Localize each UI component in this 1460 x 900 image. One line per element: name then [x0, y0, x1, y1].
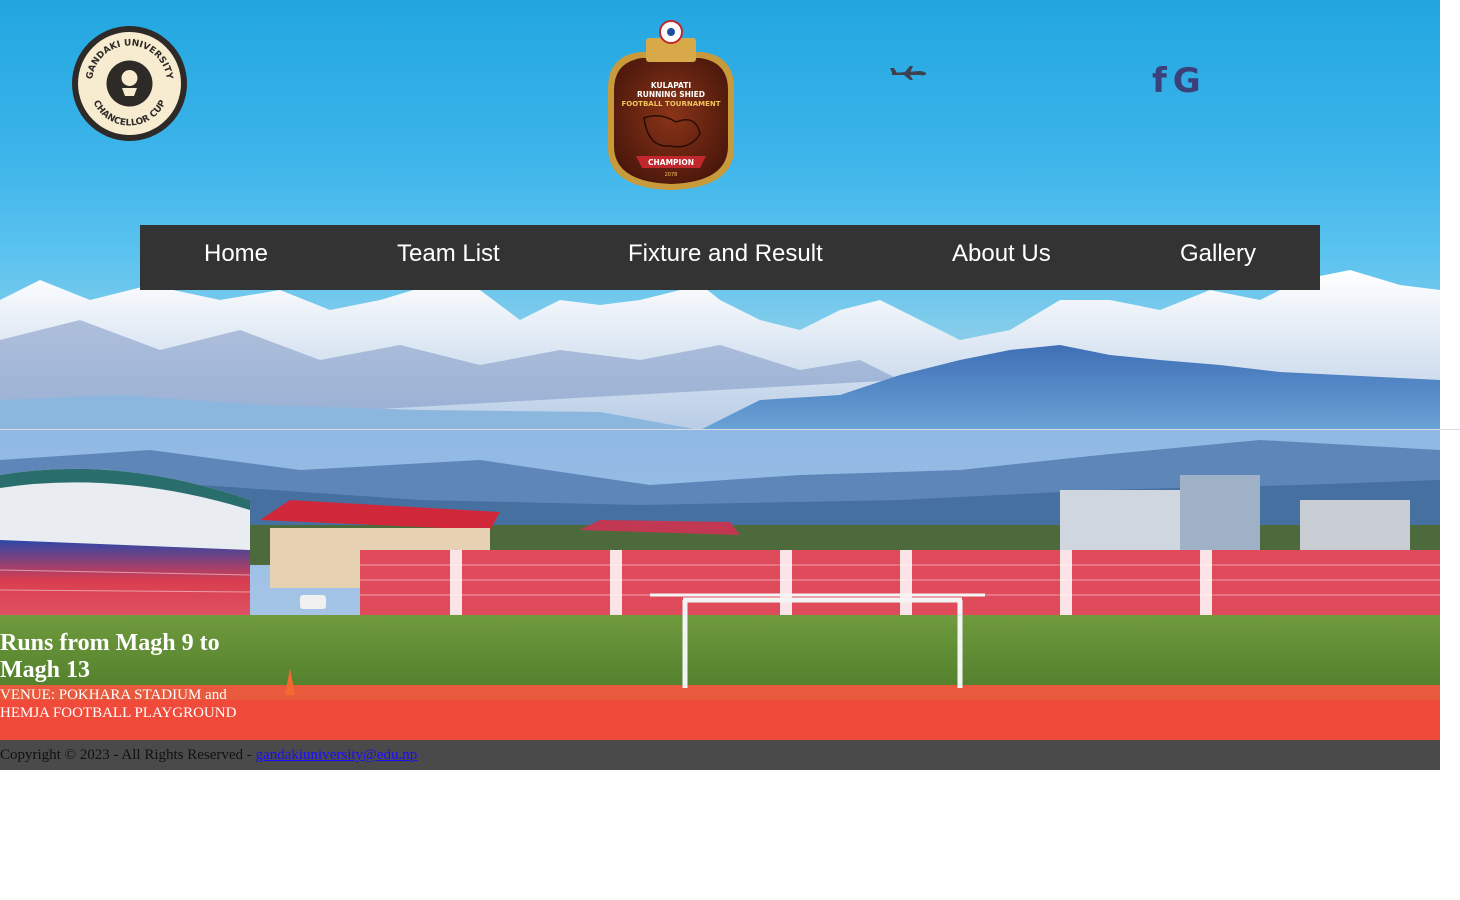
copyright-text: Copyright © 2023 - All Rights Reserved - [0, 747, 256, 763]
logo-line-1: KULAPATI [651, 81, 692, 90]
nav-gallery[interactable]: Gallery [1180, 225, 1256, 290]
event-info: Runs from Magh 9 to Magh 13 VENUE: POKHA… [0, 630, 260, 722]
event-dates: Runs from Magh 9 to Magh 13 [0, 630, 220, 683]
logo-line-2: RUNNING SHIED [637, 90, 705, 99]
main-nav: Home Team List Fixture and Result About … [140, 225, 1320, 290]
nav-team-list[interactable]: Team List [397, 225, 500, 290]
football-icon [121, 70, 138, 86]
google-icon[interactable]: G [1173, 64, 1201, 98]
facebook-icon[interactable]: f [1152, 64, 1167, 98]
chancellor-cup-logo[interactable]: GANDAKI UNIVERSITY CHANCELLOR CUP [72, 26, 187, 141]
nav-fixture-and-result[interactable]: Fixture and Result [628, 225, 823, 290]
logo-ribbon: CHAMPION [648, 158, 694, 167]
email-link[interactable]: gandakiuniversity@edu.np [256, 747, 418, 763]
hero-banner: GANDAKI UNIVERSITY CHANCELLOR CUP KULAPA… [0, 0, 1440, 430]
nav-about-us[interactable]: About Us [952, 225, 1051, 290]
logo-line-3: FOOTBALL TOURNAMENT [621, 100, 720, 108]
logo-year: 2078 [665, 172, 678, 178]
social-links: f G [1152, 64, 1201, 98]
footer: Copyright © 2023 - All Rights Reserved -… [0, 740, 1440, 770]
event-venue: VENUE: POKHARA STADIUM and HEMJA FOOTBAL… [0, 687, 237, 721]
nav-home[interactable]: Home [204, 225, 268, 290]
tournament-shield-logo[interactable]: KULAPATI RUNNING SHIED FOOTBALL TOURNAME… [600, 18, 742, 194]
airplane-icon [890, 66, 927, 80]
